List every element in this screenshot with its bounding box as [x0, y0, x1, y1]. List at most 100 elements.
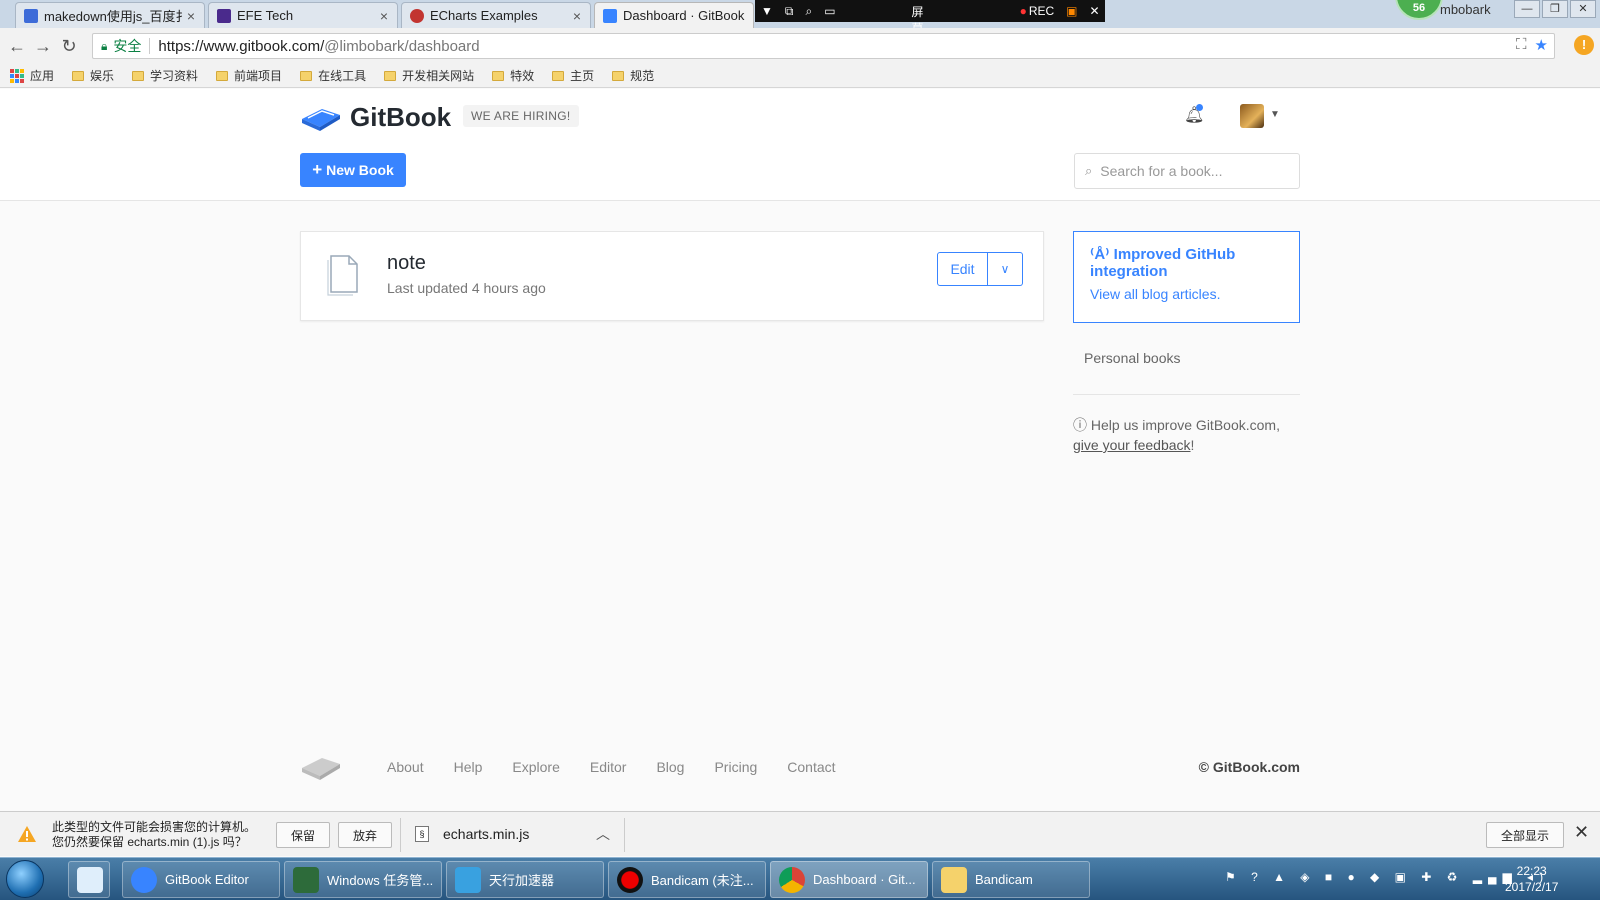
close-icon[interactable]: ✕ — [1574, 822, 1589, 843]
site-footer: About Help Explore Editor Blog Pricing C… — [300, 752, 1300, 782]
tab-label: EFE Tech — [237, 8, 294, 23]
chrome-icon — [779, 866, 805, 893]
book-card[interactable]: note Last updated 4 hours ago Edit ∨ — [300, 231, 1044, 321]
search-input[interactable] — [1100, 163, 1281, 179]
personal-books-filter[interactable]: Personal books — [1084, 350, 1181, 366]
taskbar-bandicam[interactable]: Bandicam (未注... — [608, 861, 766, 898]
maximize-icon[interactable]: ❐ — [1542, 0, 1568, 18]
profile-badge[interactable]: 56 — [1395, 0, 1443, 20]
taskbar-clock[interactable]: 22:23 2017/2/17 — [1505, 863, 1558, 895]
bandicam-record-icon — [617, 866, 643, 893]
keep-button[interactable]: 保留 — [276, 822, 330, 848]
bookmark-apps[interactable]: 应用 — [10, 67, 54, 84]
address-bar[interactable]: 🔒︎ 安全 https://www.gitbook.com/ @limbobar… — [92, 33, 1555, 59]
edit-button[interactable]: Edit — [937, 252, 988, 286]
view-blog-link[interactable]: View all blog articles. — [1090, 286, 1283, 302]
bookmark-folder-tools[interactable]: 在线工具 — [300, 67, 366, 84]
taskbar-gitbook-editor[interactable]: GitBook Editor — [122, 861, 280, 898]
bookmark-folder-effects[interactable]: 特效 — [492, 67, 534, 84]
bookmark-folder-standards[interactable]: 规范 — [612, 67, 654, 84]
footer-link-blog[interactable]: Blog — [656, 759, 684, 775]
pinned-bird-app[interactable] — [68, 861, 110, 898]
system-tray-icons[interactable]: ⚑ ? ▲ ◈ ■ ● ◆ ▣ ✚ ♻ ▂▄▆ ◂) — [1225, 870, 1549, 884]
hiring-badge[interactable]: WE ARE HIRING! — [463, 105, 579, 127]
bookmark-folder-entertainment[interactable]: 娱乐 — [72, 67, 114, 84]
tab-label: Dashboard · GitBook — [623, 8, 745, 23]
reload-icon[interactable]: ↻ — [56, 36, 82, 57]
taskbar-task-manager[interactable]: Windows 任务管... — [284, 861, 442, 898]
blog-title: Improved GitHub integration — [1090, 246, 1236, 280]
clock-date: 2017/2/17 — [1505, 880, 1559, 894]
tab-label: makedown使用js_百度扌 — [44, 9, 184, 24]
gitbook-logo[interactable]: GitBook — [300, 101, 451, 133]
magnifier-icon[interactable]: ⌕ — [805, 4, 812, 19]
folder-icon — [941, 866, 967, 893]
window-close-icon[interactable]: ✕ — [1570, 0, 1596, 18]
start-button[interactable] — [6, 860, 44, 898]
footer-link-about[interactable]: About — [387, 759, 424, 775]
profile-name[interactable]: mbobark — [1440, 2, 1491, 17]
close-icon[interactable]: ✕ — [1090, 4, 1100, 18]
bookmark-label: 应用 — [30, 69, 55, 83]
forward-arrow-icon[interactable]: → — [30, 36, 56, 57]
translate-icon[interactable]: ⛶ — [1516, 36, 1527, 54]
blog-title-row[interactable]: ⁽Å⁾ Improved GitHub integration — [1090, 246, 1283, 280]
dropdown-icon[interactable]: ▼ — [761, 4, 773, 18]
download-file[interactable]: § echarts.min.js — [415, 826, 529, 842]
folder-icon — [492, 70, 505, 81]
avatar[interactable] — [1240, 104, 1264, 128]
book-options-dropdown[interactable]: ∨ — [988, 252, 1023, 286]
baidu-paw-icon — [24, 8, 38, 23]
footer-link-help[interactable]: Help — [454, 759, 483, 775]
bookmark-star-icon[interactable]: ★ — [1535, 36, 1548, 54]
gitbook-book-icon — [302, 109, 340, 131]
search-box[interactable]: ⌕ — [1074, 153, 1300, 189]
chevron-down-icon[interactable]: ▼ — [1270, 109, 1280, 120]
window-icon[interactable]: ⧉ — [785, 4, 794, 19]
bookmark-label: 娱乐 — [90, 69, 115, 83]
folder-icon — [612, 70, 625, 81]
tab-close-icon[interactable]: × — [377, 8, 391, 24]
new-book-label: New Book — [326, 162, 394, 178]
gitbook-footer-logo-icon[interactable] — [300, 752, 342, 782]
book-title[interactable]: note — [387, 252, 426, 275]
bookmark-label: 开发相关网站 — [402, 69, 475, 83]
bookmark-folder-study[interactable]: 学习资料 — [132, 67, 198, 84]
discard-button[interactable]: 放弃 — [338, 822, 392, 848]
taskbar-bandicam-folder[interactable]: Bandicam — [932, 861, 1090, 898]
bookmark-folder-frontend[interactable]: 前端项目 — [216, 67, 282, 84]
folder-icon — [216, 70, 229, 81]
back-arrow-icon[interactable]: ← — [4, 36, 30, 57]
bookmark-folder-home[interactable]: 主页 — [552, 67, 594, 84]
tab-makedown[interactable]: makedown使用js_百度扌 × — [15, 2, 205, 28]
chevron-down-icon: ∨ — [1000, 262, 1010, 276]
camera-icon[interactable]: ▣ — [1066, 4, 1077, 18]
chevron-up-icon[interactable]: ︿ — [596, 824, 610, 844]
rec-label[interactable]: REC — [1029, 4, 1054, 18]
footer-link-contact[interactable]: Contact — [787, 759, 835, 775]
taskbar-accelerator[interactable]: 天行加速器 — [446, 861, 604, 898]
bookmark-folder-dev-sites[interactable]: 开发相关网站 — [384, 67, 474, 84]
taskbar-label: 天行加速器 — [489, 873, 555, 888]
tab-close-icon[interactable]: × — [184, 8, 198, 24]
show-all-downloads-button[interactable]: 全部显示 — [1486, 822, 1564, 848]
site-header: GitBook WE ARE HIRING! 🔔︎ ▼ + New Book ⌕ — [0, 89, 1600, 201]
tab-echarts[interactable]: ECharts Examples × — [401, 2, 591, 28]
minimize-icon[interactable]: — — [1514, 0, 1540, 18]
chrome-menu-warning-icon[interactable]: ! — [1574, 35, 1594, 55]
footer-link-explore[interactable]: Explore — [512, 759, 559, 775]
logo-text: GitBook — [350, 101, 452, 132]
tab-dashboard-gitbook[interactable]: Dashboard · GitBook — [594, 2, 754, 28]
footer-link-editor[interactable]: Editor — [590, 759, 627, 775]
bookmark-label: 前端项目 — [234, 69, 283, 83]
rect-select-icon[interactable]: ▭ — [824, 4, 835, 18]
tab-efe-tech[interactable]: EFE Tech × — [208, 2, 398, 28]
efe-logo-icon — [217, 8, 231, 23]
js-file-icon: § — [415, 826, 429, 842]
taskbar-chrome-dashboard[interactable]: Dashboard · Git... — [770, 861, 928, 898]
feedback-link[interactable]: give your feedback — [1073, 437, 1191, 453]
tab-close-icon[interactable]: × — [570, 8, 584, 24]
footer-link-pricing[interactable]: Pricing — [714, 759, 757, 775]
new-book-button[interactable]: + New Book — [300, 153, 406, 187]
apps-grid-icon — [10, 68, 24, 83]
